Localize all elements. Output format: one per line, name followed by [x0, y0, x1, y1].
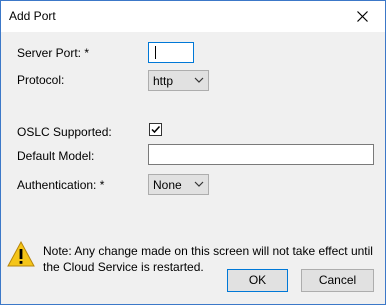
- warning-icon: [7, 241, 35, 267]
- dialog-title: Add Port: [9, 9, 56, 23]
- chevron-down-icon: [194, 77, 204, 83]
- checkmark-icon: [151, 125, 161, 134]
- protocol-select[interactable]: http: [148, 70, 209, 91]
- cancel-button[interactable]: Cancel: [301, 269, 374, 292]
- authentication-label: Authentication: *: [17, 178, 105, 192]
- title-bar: Add Port: [1, 1, 385, 32]
- protocol-label: Protocol:: [17, 73, 65, 87]
- close-button[interactable]: [339, 1, 385, 32]
- chevron-down-icon: [194, 181, 204, 187]
- oslc-supported-label: OSLC Supported:: [17, 125, 112, 139]
- default-model-label: Default Model:: [17, 149, 95, 163]
- default-model-input[interactable]: [148, 144, 374, 165]
- protocol-value: http: [153, 74, 174, 88]
- text-caret: [155, 46, 156, 59]
- oslc-supported-checkbox[interactable]: [149, 123, 162, 136]
- ok-button[interactable]: OK: [227, 269, 288, 292]
- authentication-select[interactable]: None: [148, 174, 209, 195]
- authentication-value: None: [153, 178, 182, 192]
- add-port-dialog: Add Port Server Port: * Protocol: http O…: [0, 0, 386, 305]
- close-icon: [356, 11, 368, 22]
- server-port-label: Server Port: *: [17, 46, 90, 60]
